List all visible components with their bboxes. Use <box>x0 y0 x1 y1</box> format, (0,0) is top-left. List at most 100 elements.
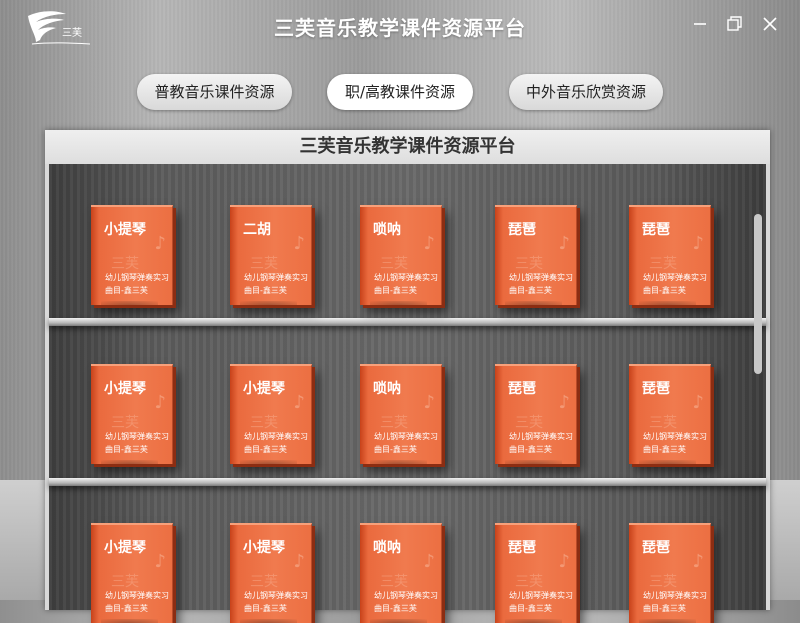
book-description: 幼儿钢琴弹奏实习 曲目-鑫三芙 <box>244 589 308 615</box>
scrollbar-thumb[interactable] <box>754 214 762 374</box>
course-book[interactable]: 唢呐 ♪ 三芙 幼儿钢琴弹奏实习 曲目-鑫三芙 <box>360 523 442 623</box>
category-tabs: 普教音乐课件资源 职/高教课件资源 中外音乐欣赏资源 <box>0 74 800 110</box>
book-description-line: 曲目-鑫三芙 <box>244 286 287 295</box>
book-description: 幼儿钢琴弹奏实习 曲目-鑫三芙 <box>509 271 573 297</box>
book-description: 幼儿钢琴弹奏实习 曲目-鑫三芙 <box>509 430 573 456</box>
book-title: 小提琴 <box>104 381 146 397</box>
course-book[interactable]: 琵琶 ♪ 三芙 幼儿钢琴弹奏实习 曲目-鑫三芙 <box>629 205 711 305</box>
course-book[interactable]: 唢呐 ♪ 三芙 幼儿钢琴弹奏实习 曲目-鑫三芙 <box>360 364 442 464</box>
book-description-line: 幼儿钢琴弹奏实习 <box>105 591 169 600</box>
course-book[interactable]: 小提琴 ♪ 三芙 幼儿钢琴弹奏实习 曲目-鑫三芙 <box>230 364 312 464</box>
course-book[interactable]: 小提琴 ♪ 三芙 幼儿钢琴弹奏实习 曲目-鑫三芙 <box>230 523 312 623</box>
book-watermark: 三芙 <box>250 415 278 431</box>
music-note-icon: ♪ <box>423 233 436 254</box>
tab-vocational-higher-ed[interactable]: 职/高教课件资源 <box>327 74 473 110</box>
music-note-icon: ♪ <box>293 551 306 572</box>
book-watermark: 三芙 <box>250 256 278 272</box>
maximize-icon[interactable] <box>724 14 744 34</box>
book-description: 幼儿钢琴弹奏实习 曲目-鑫三芙 <box>643 430 707 456</box>
music-note-icon: ♪ <box>293 392 306 413</box>
course-book[interactable]: 琵琶 ♪ 三芙 幼儿钢琴弹奏实习 曲目-鑫三芙 <box>495 205 577 305</box>
book-watermark: 三芙 <box>380 415 408 431</box>
course-book[interactable]: 琵琶 ♪ 三芙 幼儿钢琴弹奏实习 曲目-鑫三芙 <box>495 523 577 623</box>
course-book[interactable]: 小提琴 ♪ 三芙 幼儿钢琴弹奏实习 曲目-鑫三芙 <box>91 364 173 464</box>
course-book[interactable]: 唢呐 ♪ 三芙 幼儿钢琴弹奏实习 曲目-鑫三芙 <box>360 205 442 305</box>
close-icon[interactable] <box>760 14 780 34</box>
book-description: 幼儿钢琴弹奏实习 曲目-鑫三芙 <box>105 271 169 297</box>
bookshelf-cabinet: 三芙音乐教学课件资源平台 小提琴 ♪ 三芙 幼儿钢琴弹奏实习 曲目-鑫三芙 二胡 ♪ 三芙 幼儿… <box>45 130 770 623</box>
minimize-icon[interactable] <box>690 14 710 34</box>
book-title: 小提琴 <box>243 540 285 556</box>
music-note-icon: ♪ <box>692 551 705 572</box>
cabinet-title: 三芙音乐教学课件资源平台 <box>45 130 770 164</box>
book-description-line: 幼儿钢琴弹奏实习 <box>643 273 707 282</box>
book-description-line: 曲目-鑫三芙 <box>374 445 417 454</box>
music-note-icon: ♪ <box>558 551 571 572</box>
book-description: 幼儿钢琴弹奏实习 曲目-鑫三芙 <box>643 271 707 297</box>
book-title: 琵琶 <box>508 222 536 238</box>
tab-general-music[interactable]: 普教音乐课件资源 <box>137 74 292 110</box>
music-note-icon: ♪ <box>293 233 306 254</box>
book-description: 幼儿钢琴弹奏实习 曲目-鑫三芙 <box>244 430 308 456</box>
book-description-line: 曲目-鑫三芙 <box>105 286 148 295</box>
book-watermark: 三芙 <box>649 574 677 590</box>
book-description-line: 曲目-鑫三芙 <box>509 286 552 295</box>
book-title: 小提琴 <box>104 540 146 556</box>
book-description-line: 幼儿钢琴弹奏实习 <box>374 432 438 441</box>
book-title: 小提琴 <box>243 381 285 397</box>
shelf-area: 小提琴 ♪ 三芙 幼儿钢琴弹奏实习 曲目-鑫三芙 二胡 ♪ 三芙 幼儿钢琴弹奏实习 曲目-鑫三芙唢… <box>49 164 766 623</box>
book-description-line: 幼儿钢琴弹奏实习 <box>509 591 573 600</box>
music-note-icon: ♪ <box>423 551 436 572</box>
book-description-line: 幼儿钢琴弹奏实习 <box>509 432 573 441</box>
course-book[interactable]: 小提琴 ♪ 三芙 幼儿钢琴弹奏实习 曲目-鑫三芙 <box>91 523 173 623</box>
book-description-line: 幼儿钢琴弹奏实习 <box>643 591 707 600</box>
book-description-line: 幼儿钢琴弹奏实习 <box>244 591 308 600</box>
music-note-icon: ♪ <box>558 392 571 413</box>
book-description: 幼儿钢琴弹奏实习 曲目-鑫三芙 <box>374 589 438 615</box>
book-watermark: 三芙 <box>515 256 543 272</box>
book-description-line: 幼儿钢琴弹奏实习 <box>374 591 438 600</box>
book-description: 幼儿钢琴弹奏实习 曲目-鑫三芙 <box>643 589 707 615</box>
book-description-line: 曲目-鑫三芙 <box>643 604 686 613</box>
tab-music-appreciation[interactable]: 中外音乐欣赏资源 <box>509 74 663 110</box>
book-watermark: 三芙 <box>380 256 408 272</box>
book-description-line: 幼儿钢琴弹奏实习 <box>105 273 169 282</box>
book-watermark: 三芙 <box>649 415 677 431</box>
book-description: 幼儿钢琴弹奏实习 曲目-鑫三芙 <box>374 271 438 297</box>
book-description-line: 曲目-鑫三芙 <box>509 445 552 454</box>
music-note-icon: ♪ <box>154 551 167 572</box>
music-note-icon: ♪ <box>558 233 571 254</box>
book-description-line: 幼儿钢琴弹奏实习 <box>105 432 169 441</box>
course-book[interactable]: 琵琶 ♪ 三芙 幼儿钢琴弹奏实习 曲目-鑫三芙 <box>495 364 577 464</box>
shelf-plank <box>49 318 766 326</box>
book-description-line: 曲目-鑫三芙 <box>105 604 148 613</box>
music-note-icon: ♪ <box>154 233 167 254</box>
book-title: 唢呐 <box>373 540 401 556</box>
book-description: 幼儿钢琴弹奏实习 曲目-鑫三芙 <box>105 430 169 456</box>
course-book[interactable]: 二胡 ♪ 三芙 幼儿钢琴弹奏实习 曲目-鑫三芙 <box>230 205 312 305</box>
book-description-line: 幼儿钢琴弹奏实习 <box>244 432 308 441</box>
book-description-line: 曲目-鑫三芙 <box>509 604 552 613</box>
course-book[interactable]: 琵琶 ♪ 三芙 幼儿钢琴弹奏实习 曲目-鑫三芙 <box>629 364 711 464</box>
music-note-icon: ♪ <box>423 392 436 413</box>
course-book[interactable]: 小提琴 ♪ 三芙 幼儿钢琴弹奏实习 曲目-鑫三芙 <box>91 205 173 305</box>
book-watermark: 三芙 <box>515 574 543 590</box>
book-description-line: 曲目-鑫三芙 <box>244 604 287 613</box>
book-description-line: 幼儿钢琴弹奏实习 <box>643 432 707 441</box>
book-watermark: 三芙 <box>380 574 408 590</box>
book-description: 幼儿钢琴弹奏实习 曲目-鑫三芙 <box>244 271 308 297</box>
book-watermark: 三芙 <box>111 256 139 272</box>
book-description-line: 幼儿钢琴弹奏实习 <box>244 273 308 282</box>
book-title: 唢呐 <box>373 222 401 238</box>
course-book[interactable]: 琵琶 ♪ 三芙 幼儿钢琴弹奏实习 曲目-鑫三芙 <box>629 523 711 623</box>
book-description-line: 曲目-鑫三芙 <box>244 445 287 454</box>
book-title: 琵琶 <box>642 540 670 556</box>
book-description: 幼儿钢琴弹奏实习 曲目-鑫三芙 <box>374 430 438 456</box>
book-description-line: 幼儿钢琴弹奏实习 <box>374 273 438 282</box>
book-title: 琵琶 <box>642 381 670 397</box>
book-description-line: 曲目-鑫三芙 <box>374 604 417 613</box>
book-description-line: 曲目-鑫三芙 <box>643 286 686 295</box>
shelf-plank <box>49 478 766 486</box>
book-title: 小提琴 <box>104 222 146 238</box>
book-title: 琵琶 <box>508 540 536 556</box>
